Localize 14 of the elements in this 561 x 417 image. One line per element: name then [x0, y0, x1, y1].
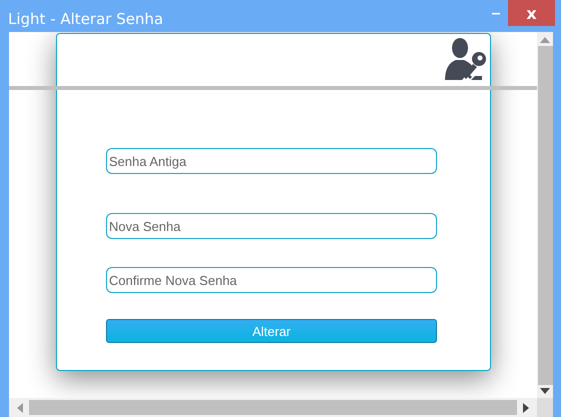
password-field[interactable]: Nova Senha — [106, 213, 437, 239]
scroll-up-icon[interactable] — [540, 37, 550, 43]
password-field[interactable]: Senha Antiga — [106, 148, 437, 174]
scroll-left-icon[interactable] — [17, 402, 23, 412]
window-title: Light - Alterar Senha — [8, 10, 164, 28]
minimize-button[interactable]: – — [489, 4, 503, 24]
scroll-down-icon[interactable] — [540, 388, 550, 394]
alterar-button[interactable]: Alterar — [106, 319, 437, 343]
password-field[interactable]: Confirme Nova Senha — [106, 267, 437, 293]
horizontal-scrollbar[interactable] — [9, 398, 537, 417]
close-button[interactable]: x — [508, 0, 555, 26]
scroll-corner — [537, 398, 553, 417]
scroll-thumb[interactable] — [29, 400, 517, 415]
scroll-right-icon[interactable] — [523, 402, 529, 412]
